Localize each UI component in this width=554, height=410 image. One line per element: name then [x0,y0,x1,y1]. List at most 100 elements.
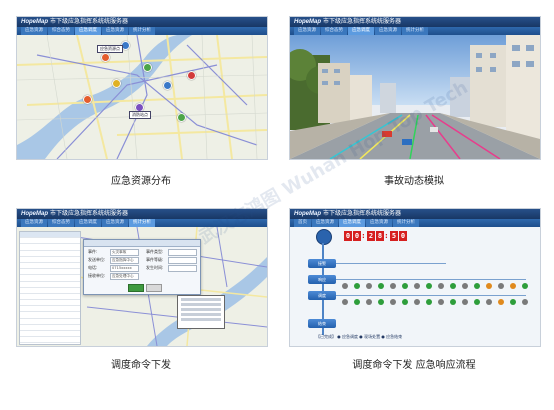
app-title-bar: HopeMap 市下级应急指挥系统统服务器 [17,17,267,27]
responder-icon[interactable] [366,283,372,289]
responder-icon[interactable] [498,299,504,305]
responder-icon[interactable] [426,299,432,305]
responder-icon[interactable] [414,299,420,305]
responder-icon[interactable] [486,299,492,305]
responder-icon[interactable] [390,283,396,289]
timer-digit: 5 [390,231,398,241]
responder-icon[interactable] [522,299,528,305]
responder-icon[interactable] [438,283,444,289]
responder-icon[interactable] [474,283,480,289]
responder-icon[interactable] [450,299,456,305]
tab-dispatch[interactable]: 应急调度 [75,27,101,35]
tab-home[interactable]: 首页 [294,219,311,227]
app-title: 市下级应急指挥系统统服务器 [323,19,402,25]
tab-resources-2[interactable]: 应急资源 [366,219,392,227]
timer-digit: 8 [376,231,384,241]
responder-icon[interactable] [402,283,408,289]
caption-response-flow: 调度命令下发 应急响应流程 [352,360,476,371]
street-3d-scene[interactable] [290,35,540,159]
city-map[interactable] [17,35,267,159]
responder-icon[interactable] [426,283,432,289]
responder-icon[interactable] [342,283,348,289]
responder-icon[interactable] [366,299,372,305]
responder-icon[interactable] [378,299,384,305]
resource-pin[interactable] [187,71,196,80]
tab-dispatch[interactable]: 应急调度 [75,219,101,227]
responder-icon[interactable] [522,283,528,289]
responder-icon[interactable] [510,283,516,289]
cancel-button[interactable] [146,284,162,292]
responder-icon[interactable] [462,283,468,289]
event-field[interactable]: 火灾事故 [110,249,139,256]
map-label: 消防站点 [129,111,151,119]
field-label: 接收单位: [88,273,106,278]
field-label: 事件: [88,249,98,254]
responder-icon[interactable] [450,283,456,289]
tab-dispatch[interactable]: 应急调度 [339,219,365,227]
tab-statistics[interactable]: 统计分析 [129,219,155,227]
timer-digit: 0 [399,231,407,241]
responder-icon[interactable] [498,283,504,289]
flow-step-dispatch[interactable]: 调度 [308,291,336,300]
flow-status-text: 【已完成】 ● 应急调度 ● 现场处置 ● 应急结束 [316,334,403,339]
flow-step-response[interactable]: 响应 [308,275,336,284]
main-tabs: 应急资源 综合态势 应急调度 应急资源 统计分析 [17,219,267,227]
timer-digit: 0 [353,231,361,241]
screenshot-response-flow: HopeMap 市下级应急指挥系统统服务器 首页 应急资源 应急调度 应急资源 统… [289,208,541,347]
table-row[interactable] [20,337,80,344]
responder-icon[interactable] [402,299,408,305]
event-level-field[interactable] [168,257,197,264]
tab-resources[interactable]: 应急资源 [21,27,47,35]
dispatch-dialog: 事件: 火灾事故 发送单位: 应急指挥中心 电话: 0715xxxxx 接收单位… [83,239,201,295]
dispatch-record-table[interactable] [19,231,81,345]
send-button[interactable] [128,284,144,292]
responder-icon[interactable] [486,283,492,289]
flow-step-end[interactable]: 结束 [308,319,336,328]
field-label: 发送单位: [88,257,106,262]
field-label: 电话: [88,265,98,270]
tab-statistics[interactable]: 统计分析 [402,27,428,35]
app-brand: HopeMap [21,211,48,217]
responder-icon[interactable] [510,299,516,305]
event-type-field[interactable] [168,249,197,256]
tab-statistics[interactable]: 统计分析 [393,219,419,227]
responder-icon[interactable] [474,299,480,305]
resource-pin[interactable] [83,95,92,104]
timer-separator: : [385,232,388,240]
responder-icon[interactable] [378,283,384,289]
resource-pin[interactable] [143,63,152,72]
resource-pin[interactable] [177,113,186,122]
responder-icon[interactable] [438,299,444,305]
responder-icon[interactable] [342,299,348,305]
app-title-bar: HopeMap 市下级应急指挥系统统服务器 [290,17,540,27]
tab-resources[interactable]: 应急资源 [312,219,338,227]
app-brand: HopeMap [21,19,48,25]
tab-resources[interactable]: 应急资源 [21,219,47,227]
responder-icon[interactable] [414,283,420,289]
receiver-field[interactable]: 应急处理中心 [110,273,139,280]
responder-icon[interactable] [390,299,396,305]
sender-field[interactable]: 应急指挥中心 [110,257,139,264]
app-title: 市下级应急指挥系统统服务器 [50,211,129,217]
tab-resources[interactable]: 应急资源 [294,27,320,35]
tab-resources-2[interactable]: 应急资源 [375,27,401,35]
tab-resources-2[interactable]: 应急资源 [102,219,128,227]
responder-icon[interactable] [462,299,468,305]
tab-situation[interactable]: 综合态势 [321,27,347,35]
phone-field[interactable]: 0715xxxxx [110,265,139,272]
tab-resources-2[interactable]: 应急资源 [102,27,128,35]
flow-step-receive[interactable]: 接警 [308,259,336,268]
tab-statistics[interactable]: 统计分析 [129,27,155,35]
responder-icon[interactable] [354,299,360,305]
resource-pin[interactable] [112,79,121,88]
map-label: 应急资源点 [97,45,123,53]
responder-icon[interactable] [354,283,360,289]
tab-dispatch[interactable]: 应急调度 [348,27,374,35]
app-title-bar: HopeMap 市下级应急指挥系统统服务器 [290,209,540,219]
tab-situation[interactable]: 综合态势 [48,27,74,35]
resource-pin[interactable] [163,81,172,90]
flow-start-node[interactable] [316,229,332,245]
resource-pin[interactable] [101,53,110,62]
event-time-field[interactable] [168,265,197,272]
tab-situation[interactable]: 综合态势 [48,219,74,227]
